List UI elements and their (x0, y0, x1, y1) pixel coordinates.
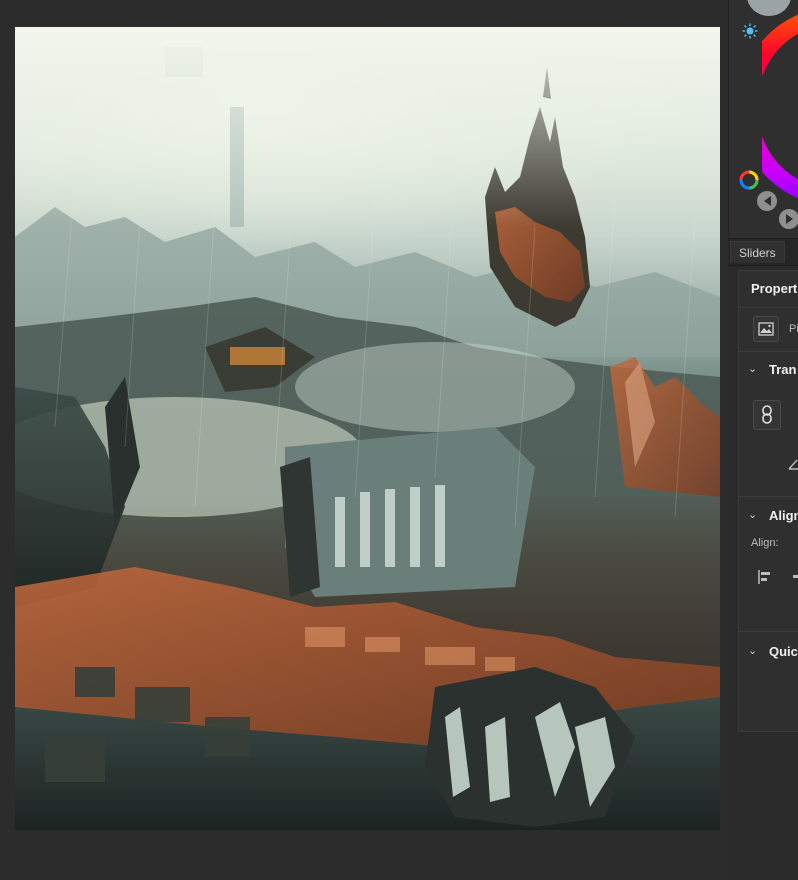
tab-sliders[interactable]: Sliders (730, 241, 785, 263)
layer-type-row: Pi (739, 307, 798, 349)
pixel-layer-button[interactable] (753, 316, 779, 342)
properties-header: Properti (739, 271, 798, 308)
divider (739, 631, 798, 632)
link-icon (762, 405, 772, 424)
next-color-button[interactable] (779, 209, 798, 229)
properties-panel: Properti Pi ⌄ Tran ⌄ Alig Align: ⌄ Quic (738, 270, 798, 732)
artwork-image[interactable] (15, 27, 720, 830)
divider (739, 496, 798, 497)
align-center-icon[interactable] (791, 569, 798, 585)
arrow-left-icon (763, 196, 771, 206)
chevron-down-icon: ⌄ (748, 509, 758, 521)
link-proportions-button[interactable] (753, 400, 781, 430)
section-align-header[interactable]: ⌄ Align (739, 499, 798, 529)
right-panel: Sliders Properti Pi ⌄ Tran ⌄ Alig Align:… (728, 0, 798, 880)
color-mode-icon[interactable] (739, 170, 759, 190)
artwork-painting (15, 27, 720, 830)
align-label: Align: (751, 537, 779, 549)
section-quick-header[interactable]: ⌄ Quic (739, 635, 798, 665)
align-left-icon[interactable] (757, 569, 773, 585)
previous-color-button[interactable] (757, 191, 777, 211)
arrow-right-icon (785, 214, 793, 224)
chevron-down-icon: ⌄ (748, 645, 758, 657)
divider (739, 351, 798, 352)
panel-tab-strip: Sliders (728, 238, 798, 266)
color-panel (728, 0, 798, 238)
section-quick-label: Quic (769, 644, 798, 659)
color-wheel[interactable] (762, 0, 798, 215)
chevron-down-icon: ⌄ (748, 363, 758, 375)
section-align-label: Align (769, 508, 798, 523)
properties-title: Properti (751, 281, 798, 296)
layer-type-label: Pi (789, 323, 798, 335)
canvas-area[interactable] (0, 0, 728, 880)
section-transform-label: Tran (769, 362, 797, 377)
app-window: Sliders Properti Pi ⌄ Tran ⌄ Alig Align:… (0, 0, 798, 880)
rotation-angle-icon (788, 459, 798, 470)
section-transform-header[interactable]: ⌄ Tran (739, 353, 798, 383)
brightness-icon[interactable] (742, 23, 758, 39)
image-icon (758, 322, 774, 336)
